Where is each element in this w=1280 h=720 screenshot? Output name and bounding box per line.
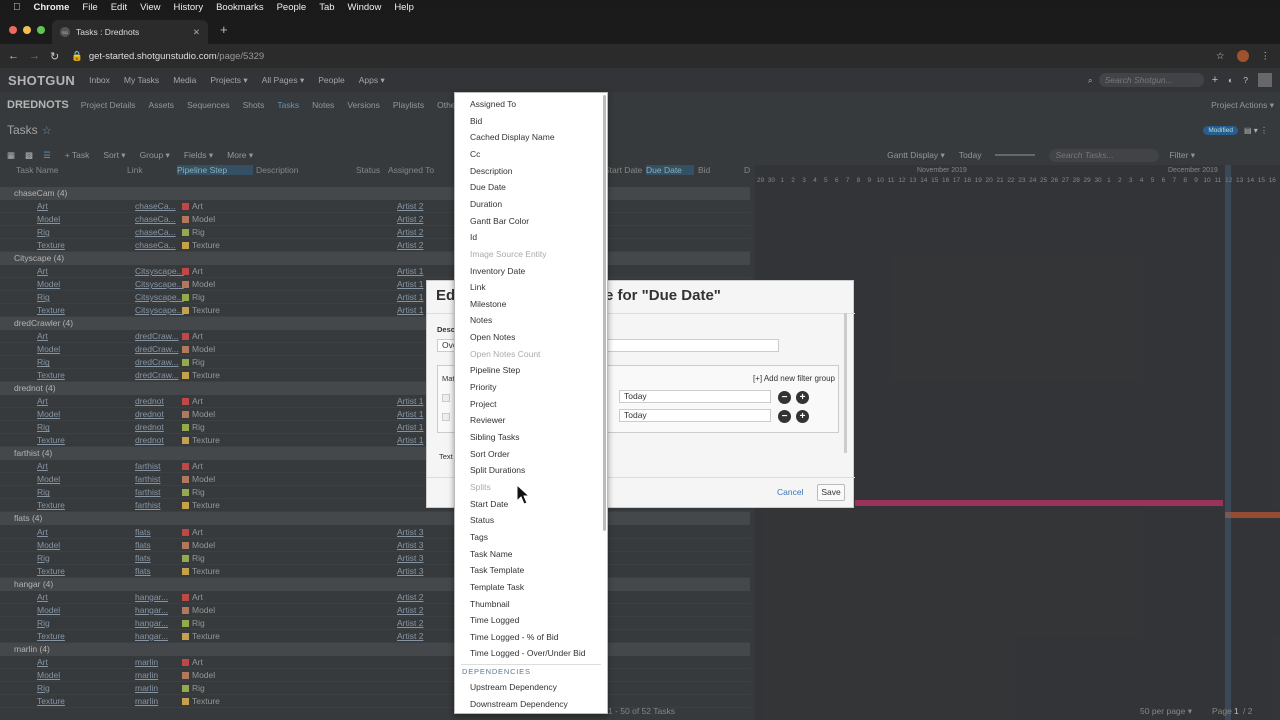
- cancel-button[interactable]: Cancel: [777, 487, 803, 497]
- dialog-scrollbar[interactable]: [844, 313, 847, 453]
- menu-scrollbar[interactable]: [603, 95, 606, 531]
- menu-item[interactable]: Thumbnail: [470, 599, 510, 609]
- save-button[interactable]: Save: [817, 484, 845, 501]
- filter-value-input[interactable]: Today: [619, 409, 771, 422]
- menu-item[interactable]: Notes: [470, 315, 492, 325]
- menu-separator: [461, 664, 601, 666]
- menu-item[interactable]: Tags: [470, 532, 488, 542]
- menu-item[interactable]: Template Task: [470, 582, 524, 592]
- menu-item: Image Source Entity: [470, 248, 547, 259]
- reload-icon[interactable]: ↻: [50, 50, 63, 63]
- browser-tab-strip: SG Tasks : Drednots ✕ +: [0, 14, 1280, 44]
- add-filter-icon[interactable]: +: [796, 410, 809, 423]
- remove-filter-icon[interactable]: −: [778, 410, 791, 423]
- menu-item[interactable]: Link: [470, 282, 486, 292]
- description-label: Desc: [437, 325, 455, 334]
- browser-toolbar: ← → ↻ 🔒 get-started.shotgunstudio.com/pa…: [0, 44, 1280, 68]
- menu-tab[interactable]: Tab: [319, 2, 334, 13]
- minimize-window-icon[interactable]: [23, 26, 31, 34]
- menu-item[interactable]: Sibling Tasks: [470, 432, 519, 442]
- menu-item[interactable]: Gantt Bar Color: [470, 216, 529, 226]
- menu-item[interactable]: Split Durations: [470, 465, 525, 475]
- menu-item[interactable]: Task Name: [470, 549, 513, 559]
- menu-item[interactable]: Bid: [470, 116, 482, 126]
- apple-icon[interactable]: : [13, 2, 21, 13]
- mac-menu-bar:  Chrome File Edit View History Bookmark…: [0, 0, 1280, 14]
- url-path: /page/5329: [216, 50, 265, 62]
- menu-view[interactable]: View: [140, 2, 160, 13]
- menu-item: Open Notes Count: [470, 348, 541, 359]
- close-window-icon[interactable]: [9, 26, 17, 34]
- menu-item[interactable]: Sort Order: [470, 449, 510, 459]
- menu-item[interactable]: Cached Display Name: [470, 132, 555, 142]
- add-filter-icon[interactable]: +: [796, 391, 809, 404]
- filter-checkbox[interactable]: [442, 394, 450, 402]
- filter-value-input[interactable]: Today: [619, 390, 771, 403]
- menu-item[interactable]: Open Notes: [470, 332, 515, 342]
- menu-item[interactable]: Assigned To: [470, 99, 516, 109]
- menu-item[interactable]: Inventory Date: [470, 266, 525, 276]
- mouse-cursor-icon: [516, 484, 530, 505]
- address-bar[interactable]: get-started.shotgunstudio.com/page/5329: [89, 51, 264, 62]
- menu-item[interactable]: Time Logged: [470, 615, 519, 625]
- close-tab-icon[interactable]: ✕: [193, 27, 200, 38]
- profile-avatar[interactable]: [1236, 50, 1249, 62]
- browser-tab[interactable]: SG Tasks : Drednots ✕: [52, 20, 208, 44]
- bookmark-star-icon[interactable]: ☆: [1216, 51, 1225, 62]
- menu-item[interactable]: Project: [470, 399, 496, 409]
- menu-edit[interactable]: Edit: [111, 2, 127, 13]
- menu-item[interactable]: Time Logged - Over/Under Bid: [470, 648, 585, 658]
- menu-section-dependencies: DEPENDENCIES: [462, 667, 531, 677]
- menu-item[interactable]: Start Date: [470, 499, 508, 509]
- menu-help[interactable]: Help: [394, 2, 414, 13]
- back-icon[interactable]: ←: [8, 50, 21, 62]
- new-tab-icon[interactable]: +: [220, 22, 228, 37]
- menu-item[interactable]: Pipeline Step: [470, 365, 520, 375]
- menu-app-name[interactable]: Chrome: [34, 2, 70, 13]
- browser-menu-icon[interactable]: ⋮: [1261, 51, 1271, 62]
- lock-icon: 🔒: [71, 50, 83, 62]
- add-filter-group-link[interactable]: [+] Add new filter group: [753, 374, 835, 383]
- text-label: Text: [439, 452, 453, 461]
- menu-item[interactable]: Reviewer: [470, 415, 505, 425]
- match-label: Mat: [442, 374, 455, 383]
- menu-people[interactable]: People: [277, 2, 307, 13]
- dialog-title-left: Ed: [436, 287, 456, 304]
- tab-title: Tasks : Drednots: [76, 27, 140, 37]
- menu-item: Splits: [470, 481, 491, 492]
- menu-item[interactable]: Due Date: [470, 182, 506, 192]
- menu-item[interactable]: Id: [470, 232, 477, 242]
- menu-history[interactable]: History: [174, 2, 204, 13]
- remove-filter-icon[interactable]: −: [778, 391, 791, 404]
- url-host: get-started.shotgunstudio.com: [88, 50, 217, 62]
- menu-item[interactable]: Description: [470, 166, 513, 176]
- field-dropdown-menu: Assigned To Bid Cached Display Name Cc Descr…: [454, 92, 608, 714]
- menu-item[interactable]: Priority: [470, 382, 496, 392]
- forward-icon[interactable]: →: [29, 50, 42, 62]
- menu-item[interactable]: Upstream Dependency: [470, 682, 557, 692]
- menu-file[interactable]: File: [82, 2, 97, 13]
- menu-item[interactable]: Duration: [470, 199, 502, 209]
- menu-item[interactable]: Task Template: [470, 565, 524, 575]
- menu-item[interactable]: Milestone: [470, 299, 506, 309]
- menu-item[interactable]: Status: [470, 515, 494, 525]
- filter-checkbox[interactable]: [442, 413, 450, 421]
- zoom-window-icon[interactable]: [37, 26, 45, 34]
- menu-window[interactable]: Window: [348, 2, 382, 13]
- menu-item[interactable]: Downstream Dependency: [470, 699, 568, 709]
- menu-item[interactable]: Time Logged - % of Bid: [470, 632, 559, 642]
- favicon-icon: SG: [60, 27, 70, 37]
- dialog-title-right: e for "Due Date": [605, 287, 721, 304]
- menu-item[interactable]: Cc: [470, 149, 480, 159]
- menu-bookmarks[interactable]: Bookmarks: [216, 2, 264, 13]
